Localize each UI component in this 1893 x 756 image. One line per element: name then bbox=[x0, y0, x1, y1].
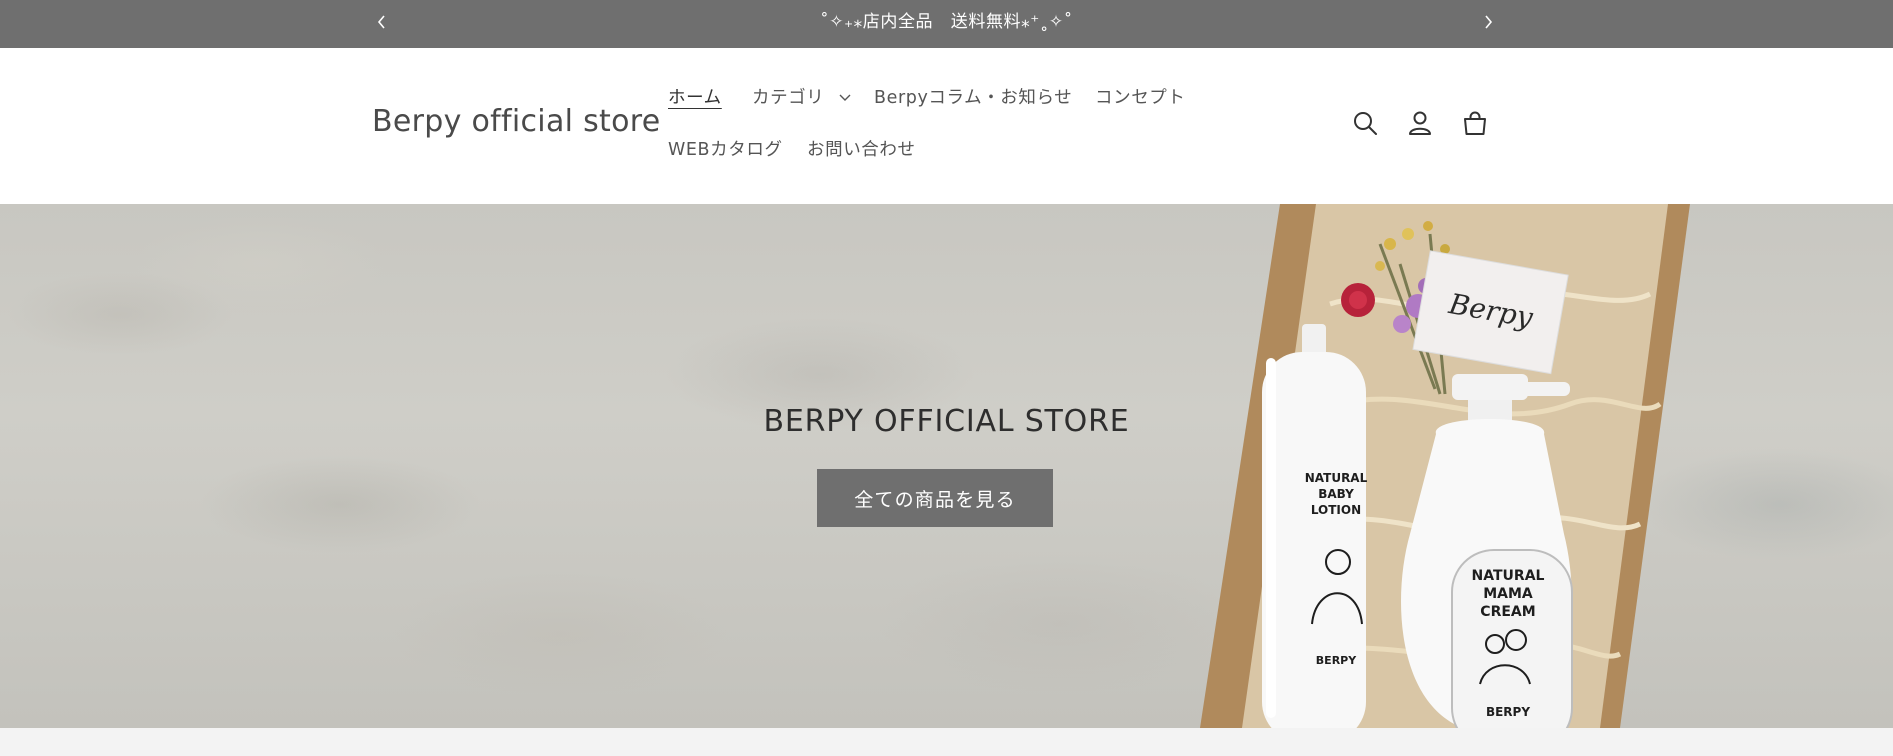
chevron-down-icon bbox=[839, 94, 851, 101]
search-icon bbox=[1354, 112, 1377, 135]
hero-banner: Berpy NATURAL BABY LOTION BERPY NATURAL … bbox=[0, 204, 1893, 728]
svg-text:BERPY: BERPY bbox=[1486, 705, 1530, 719]
svg-text:MAMA: MAMA bbox=[1483, 586, 1533, 602]
announcement-next-button[interactable] bbox=[1476, 0, 1500, 44]
nav-web-catalog[interactable]: WEBカタログ bbox=[668, 136, 783, 161]
svg-text:CREAM: CREAM bbox=[1480, 604, 1535, 620]
next-section-strip bbox=[0, 728, 1893, 756]
svg-text:BERPY: BERPY bbox=[1316, 654, 1357, 667]
svg-text:NATURAL: NATURAL bbox=[1305, 471, 1368, 485]
account-icon bbox=[1409, 111, 1431, 135]
nav-category[interactable]: カテゴリ bbox=[752, 84, 851, 109]
cart-button[interactable] bbox=[1460, 108, 1490, 138]
site-header: Berpy official store ホーム カテゴリ Berpyコラム・お… bbox=[0, 48, 1893, 204]
chevron-right-icon bbox=[1485, 15, 1493, 29]
search-button[interactable] bbox=[1350, 108, 1380, 138]
hero-title: BERPY OFFICIAL STORE bbox=[763, 404, 1130, 439]
nav-category-label: カテゴリ bbox=[752, 88, 825, 108]
view-all-products-button[interactable]: 全ての商品を見る bbox=[817, 469, 1053, 527]
nav-home[interactable]: ホーム bbox=[668, 84, 722, 109]
announcement-text: ˚✧₊⁎店内全品 送料無料⁎⁺˳✧˚ bbox=[820, 12, 1073, 32]
store-logo[interactable]: Berpy official store bbox=[372, 104, 660, 139]
cart-icon bbox=[1464, 111, 1486, 135]
nav-column-news[interactable]: Berpyコラム・お知らせ bbox=[874, 84, 1072, 109]
announcement-bar: ˚✧₊⁎店内全品 送料無料⁎⁺˳✧˚ bbox=[0, 0, 1893, 48]
svg-text:BABY: BABY bbox=[1318, 487, 1354, 501]
svg-text:LOTION: LOTION bbox=[1311, 503, 1361, 517]
svg-text:NATURAL: NATURAL bbox=[1472, 568, 1545, 584]
product-gift-box-image: Berpy NATURAL BABY LOTION BERPY NATURAL … bbox=[1200, 204, 1690, 728]
nav-contact[interactable]: お問い合わせ bbox=[807, 136, 916, 161]
nav-concept[interactable]: コンセプト bbox=[1095, 84, 1186, 109]
baby-lotion-bottle: NATURAL BABY LOTION BERPY bbox=[1262, 324, 1368, 728]
account-button[interactable] bbox=[1405, 108, 1435, 138]
